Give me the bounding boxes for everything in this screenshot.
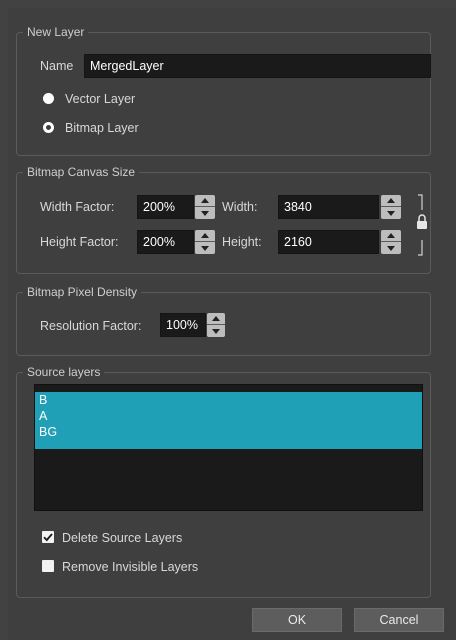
width-spinner[interactable] xyxy=(381,195,401,219)
resolution-down-button[interactable] xyxy=(207,326,225,337)
remove-invisible-layers-checkbox[interactable] xyxy=(42,560,54,572)
height-spinner[interactable] xyxy=(381,230,401,254)
resolution-factor-label: Resolution Factor: xyxy=(40,319,142,333)
height-factor-input[interactable]: 200% xyxy=(137,230,194,254)
source-layers-list[interactable]: B A BG xyxy=(34,384,423,511)
height-factor-up-button[interactable] xyxy=(195,230,215,241)
delete-source-layers-checkbox[interactable] xyxy=(42,531,54,543)
arrow-down-icon xyxy=(212,329,220,334)
arrow-down-icon xyxy=(201,246,209,251)
arrow-down-icon xyxy=(387,246,395,251)
resolution-factor-input[interactable]: 100% xyxy=(160,313,206,337)
pixel-density-group-title: Bitmap Pixel Density xyxy=(23,284,142,300)
height-label: Height: xyxy=(222,235,262,249)
width-input[interactable]: 3840 xyxy=(278,195,379,219)
width-up-button[interactable] xyxy=(381,195,401,206)
height-factor-label: Height Factor: xyxy=(40,235,119,249)
arrow-down-icon xyxy=(201,211,209,216)
lock-icon[interactable] xyxy=(411,194,427,256)
list-item[interactable]: BG xyxy=(35,424,422,449)
width-label: Width: xyxy=(222,200,258,214)
resolution-up-button[interactable] xyxy=(207,313,225,324)
arrow-down-icon xyxy=(387,211,395,216)
name-label: Name xyxy=(40,59,74,73)
width-factor-spinner[interactable] xyxy=(195,195,215,219)
list-item[interactable]: B xyxy=(35,392,422,408)
width-down-button[interactable] xyxy=(381,208,401,219)
name-input[interactable]: MergedLayer xyxy=(84,54,431,78)
vector-layer-radio[interactable] xyxy=(43,93,54,104)
height-down-button[interactable] xyxy=(381,243,401,254)
ok-button[interactable]: OK xyxy=(252,608,342,632)
width-factor-label: Width Factor: xyxy=(40,200,115,214)
bitmap-layer-radio[interactable] xyxy=(43,122,54,133)
width-factor-input[interactable]: 200% xyxy=(137,195,194,219)
width-factor-up-button[interactable] xyxy=(195,195,215,206)
arrow-up-icon xyxy=(212,316,220,321)
remove-invisible-layers-label[interactable]: Remove Invisible Layers xyxy=(62,559,198,575)
canvas-size-group: Bitmap Canvas Size xyxy=(16,164,431,274)
delete-source-layers-label[interactable]: Delete Source Layers xyxy=(62,530,182,546)
height-factor-down-button[interactable] xyxy=(195,243,215,254)
canvas-size-group-title: Bitmap Canvas Size xyxy=(23,164,140,180)
height-input[interactable]: 2160 xyxy=(278,230,379,254)
arrow-up-icon xyxy=(387,233,395,238)
arrow-up-icon xyxy=(201,198,209,203)
bitmap-layer-label[interactable]: Bitmap Layer xyxy=(65,120,139,136)
height-up-button[interactable] xyxy=(381,230,401,241)
arrow-up-icon xyxy=(387,198,395,203)
height-factor-spinner[interactable] xyxy=(195,230,215,254)
vector-layer-label[interactable]: Vector Layer xyxy=(65,91,135,107)
arrow-up-icon xyxy=(201,233,209,238)
source-layers-group-title: Source layers xyxy=(23,364,105,380)
checkmark-icon xyxy=(43,533,53,542)
new-layer-group-title: New Layer xyxy=(23,24,89,40)
resolution-factor-spinner[interactable] xyxy=(207,313,225,337)
cancel-button[interactable]: Cancel xyxy=(354,608,444,632)
list-item[interactable]: A xyxy=(35,408,422,424)
width-factor-down-button[interactable] xyxy=(195,208,215,219)
